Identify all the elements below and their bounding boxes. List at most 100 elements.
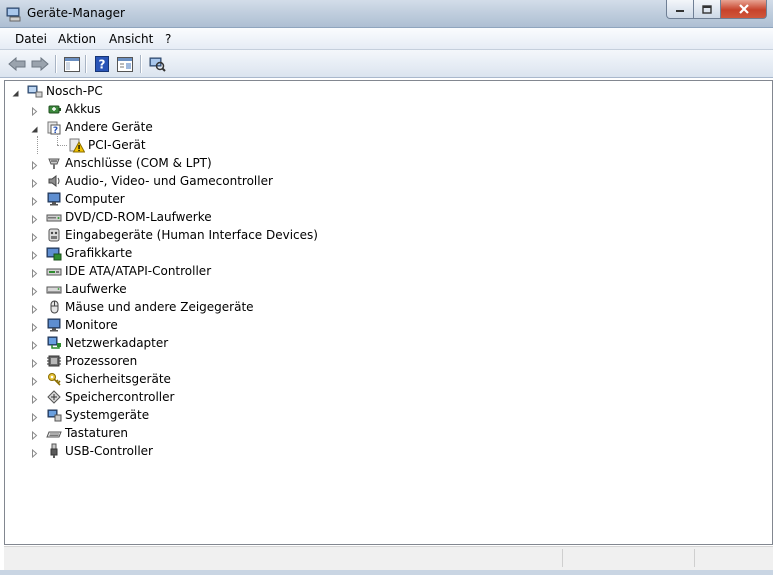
expand-toggle[interactable] — [30, 159, 39, 171]
expand-toggle[interactable] — [30, 231, 39, 243]
tree-item-label: USB-Controller — [65, 444, 153, 458]
tree-item-usb-controller[interactable]: USB-Controller — [46, 442, 153, 460]
tree-item-label: Anschlüsse (COM & LPT) — [65, 156, 212, 170]
tree-item-label: Nosch-PC — [46, 84, 103, 98]
tree-item-grafikkarte[interactable]: Grafikkarte — [46, 244, 132, 262]
expand-toggle[interactable] — [30, 429, 39, 441]
forward-button[interactable] — [31, 55, 49, 73]
menu-bar: Datei Aktion Ansicht ? — [0, 28, 773, 50]
expand-triangle-icon — [32, 106, 38, 117]
monitor-icon — [47, 192, 61, 206]
speaker-icon — [48, 175, 60, 187]
tree-item-eingabegerate-human-interface-devices[interactable]: Eingabegeräte (Human Interface Devices) — [46, 226, 318, 244]
collapse-triangle-icon — [31, 126, 38, 133]
menu-ansicht[interactable]: Ansicht — [109, 32, 153, 46]
disk-drive-icon — [46, 286, 62, 294]
expand-triangle-icon — [32, 196, 38, 207]
tree-item-netzwerkadapter[interactable]: Netzwerkadapter — [46, 334, 168, 352]
tree-item-anschlusse-com-lpt[interactable]: Anschlüsse (COM & LPT) — [46, 154, 212, 172]
tree-item-monitore[interactable]: Monitore — [46, 316, 118, 334]
tree-item-laufwerke[interactable]: Laufwerke — [46, 280, 127, 298]
expand-toggle[interactable] — [30, 105, 39, 117]
toolbar-separator — [55, 55, 57, 73]
hid-icon — [48, 228, 60, 242]
toolbar-separator — [140, 55, 142, 73]
tree-item-mause-und-andere-zeigegerate[interactable]: Mäuse und andere Zeigegeräte — [46, 298, 254, 316]
tree-item-prozessoren[interactable]: Prozessoren — [46, 352, 137, 370]
close-button[interactable] — [721, 0, 767, 19]
minimize-button[interactable] — [666, 0, 694, 19]
tree-item-audio-video-und-gamecontroller[interactable]: Audio-, Video- und Gamecontroller — [46, 172, 273, 190]
expand-toggle[interactable] — [30, 339, 39, 351]
unknown-device-icon: ? — [47, 121, 61, 135]
expand-triangle-icon — [32, 340, 38, 351]
tree-item-label: Netzwerkadapter — [65, 336, 169, 350]
scan-hardware-changes-button[interactable] — [148, 55, 166, 73]
expand-toggle[interactable] — [30, 177, 39, 189]
menu-datei[interactable]: Datei — [15, 32, 47, 46]
expand-toggle[interactable] — [30, 357, 39, 369]
status-bar — [4, 546, 773, 570]
tree-item-label: Andere Geräte — [65, 120, 153, 134]
tree-item-label: Grafikkarte — [65, 246, 133, 260]
tree-item-akkus[interactable]: Akkus — [46, 100, 101, 118]
show-hide-console-tree-button[interactable] — [63, 55, 81, 73]
device-tree[interactable]: Nosch-PC Akkus? Andere Geräte PCI-Gerät Ansc… — [4, 80, 773, 545]
menu-help[interactable]: ? — [165, 32, 171, 46]
tree-item-sicherheitsgerate[interactable]: Sicherheitsgeräte — [46, 370, 171, 388]
tree-item-pci-gerat[interactable]: PCI-Gerät — [69, 136, 146, 154]
tree-item-nosch-pc[interactable]: Nosch-PC — [27, 82, 103, 100]
close-icon — [738, 4, 749, 14]
tree-item-tastaturen[interactable]: Tastaturen — [46, 424, 128, 442]
expand-toggle[interactable] — [30, 375, 39, 387]
computer-icon — [27, 85, 43, 98]
expand-toggle[interactable] — [30, 411, 39, 423]
expand-toggle[interactable] — [30, 303, 39, 315]
tree-item-label: DVD/CD-ROM-Laufwerke — [65, 210, 212, 224]
expand-toggle[interactable] — [30, 447, 39, 459]
tree-item-ide-ata-atapi-controller[interactable]: IDE ATA/ATAPI-Controller — [46, 262, 211, 280]
maximize-button[interactable] — [694, 0, 721, 19]
status-bar-divider — [562, 549, 563, 567]
expand-triangle-icon — [32, 268, 38, 279]
expand-triangle-icon — [32, 178, 38, 189]
window-controls — [666, 0, 767, 20]
back-button[interactable] — [8, 55, 26, 73]
title-bar[interactable]: Geräte-Manager — [0, 0, 773, 28]
tree-item-systemgerate[interactable]: Systemgeräte — [46, 406, 149, 424]
tree-item-label: Mäuse und andere Zeigegeräte — [65, 300, 254, 314]
expand-toggle[interactable] — [30, 249, 39, 261]
menu-aktion[interactable]: Aktion — [58, 32, 96, 46]
network-adapter-icon — [47, 336, 61, 349]
expand-toggle[interactable] — [30, 393, 39, 405]
tree-item-computer[interactable]: Computer — [46, 190, 125, 208]
mouse-icon — [50, 300, 59, 314]
expand-toggle[interactable] — [30, 321, 39, 333]
forward-arrow-icon — [31, 57, 49, 71]
properties-button[interactable] — [116, 55, 134, 73]
back-arrow-icon — [8, 57, 26, 71]
expand-toggle[interactable] — [30, 267, 39, 279]
scan-hardware-changes-icon — [149, 57, 166, 72]
toolbar-separator — [85, 55, 87, 73]
expand-toggle[interactable] — [30, 285, 39, 297]
tree-item-dvd-cd-rom-laufwerke[interactable]: DVD/CD-ROM-Laufwerke — [46, 208, 212, 226]
collapse-toggle[interactable] — [30, 123, 39, 133]
tree-connector-line — [57, 145, 67, 146]
tree-item-label: Monitore — [65, 318, 118, 332]
expand-toggle[interactable] — [30, 213, 39, 225]
tree-item-label: Akkus — [65, 102, 101, 116]
tree-item-label: PCI-Gerät — [88, 138, 146, 152]
tree-item-andere-gerate[interactable]: ? Andere Geräte — [46, 118, 153, 136]
expand-triangle-icon — [32, 448, 38, 459]
help-button[interactable]: ? — [93, 55, 111, 73]
battery-icon — [48, 105, 61, 114]
collapse-toggle[interactable] — [11, 87, 20, 97]
tree-item-speichercontroller[interactable]: Speichercontroller — [46, 388, 174, 406]
storage-controller-icon — [47, 390, 61, 404]
expand-toggle[interactable] — [30, 195, 39, 207]
collapse-triangle-icon — [12, 90, 19, 97]
optical-drive-icon — [46, 214, 62, 222]
tree-item-label: Prozessoren — [65, 354, 138, 368]
usb-icon — [50, 443, 58, 458]
